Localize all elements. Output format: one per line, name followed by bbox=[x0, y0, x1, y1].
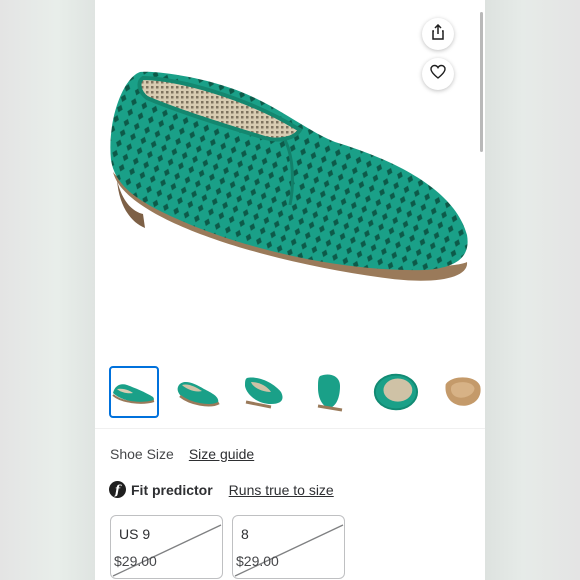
thumbnail-angle-view[interactable] bbox=[174, 366, 224, 418]
runs-true-to-size-link[interactable]: Runs true to size bbox=[229, 482, 334, 498]
share-button[interactable] bbox=[422, 18, 454, 50]
size-option-label: 8 bbox=[241, 526, 249, 542]
background-blur-left bbox=[0, 0, 95, 580]
size-option-price: $29.00 bbox=[114, 553, 157, 569]
scrollbar[interactable] bbox=[480, 12, 483, 152]
product-page: Shoe Size Size guide f Fit predictor Run… bbox=[95, 0, 485, 580]
fit-predictor-icon: f bbox=[109, 481, 126, 498]
shoe-size-row: Shoe Size Size guide bbox=[110, 446, 254, 462]
size-option-price: $29.00 bbox=[236, 553, 279, 569]
fit-predictor-title: Fit predictor bbox=[131, 481, 213, 498]
thumbnail-back-view[interactable] bbox=[304, 366, 354, 418]
thumbnail-strip bbox=[109, 366, 485, 422]
shoe-size-label: Shoe Size bbox=[110, 446, 174, 462]
favorite-button[interactable] bbox=[422, 58, 454, 90]
product-hero-image bbox=[95, 0, 485, 360]
thumbnail-sole-view[interactable] bbox=[436, 366, 485, 418]
thumbnail-side-view[interactable] bbox=[109, 366, 159, 418]
heart-icon bbox=[430, 64, 446, 85]
size-option-8[interactable]: 8 $29.00 bbox=[232, 515, 345, 579]
thumbnail-front-view[interactable] bbox=[239, 366, 289, 418]
size-option-us-9[interactable]: US 9 $29.00 bbox=[110, 515, 223, 579]
divider bbox=[95, 428, 485, 429]
size-guide-link[interactable]: Size guide bbox=[189, 446, 254, 462]
background-blur-right bbox=[485, 0, 580, 580]
thumbnail-top-view[interactable] bbox=[369, 366, 421, 418]
size-option-label: US 9 bbox=[119, 526, 151, 542]
unavailable-slash-icon bbox=[234, 524, 344, 577]
share-icon bbox=[430, 23, 446, 45]
fit-predictor-row: f Fit predictor Runs true to size bbox=[109, 481, 334, 498]
